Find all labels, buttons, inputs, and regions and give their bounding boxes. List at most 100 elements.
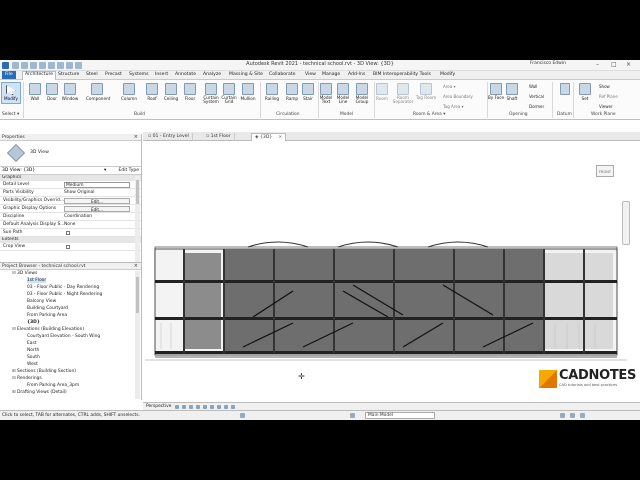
railing-tool[interactable]: Railing [261, 83, 283, 101]
tab-collaborate[interactable]: Collaborate [269, 72, 295, 77]
temporary-hide-icon[interactable] [224, 405, 228, 409]
browser-tree-item[interactable]: {3D} [0, 319, 141, 326]
tab-systems[interactable]: Systems [129, 72, 149, 77]
select-dropdown[interactable]: Select ▾ [2, 112, 19, 117]
maximize-button[interactable]: □ [611, 61, 617, 68]
close-button[interactable]: × [626, 61, 631, 68]
select-pinned-icon[interactable] [570, 413, 575, 418]
properties-close-icon[interactable]: × [134, 134, 138, 141]
browser-tree-item[interactable]: East [0, 340, 141, 347]
dropdown-arrow-icon[interactable]: ▾ [104, 167, 106, 175]
edit-button[interactable]: Edit... [64, 206, 130, 212]
browser-tree-item[interactable]: From Parking Area_3pm [0, 382, 141, 389]
tab-manage[interactable]: Manage [322, 72, 340, 77]
set-workplane-tool[interactable]: Set [575, 83, 595, 101]
browser-tree-item[interactable]: Building Courtyard [0, 305, 141, 312]
column-tool[interactable]: Column [118, 83, 140, 101]
area-boundary-button[interactable]: Area Boundary [443, 94, 473, 99]
tab-view-3d[interactable]: ◈ {3D} × [251, 133, 287, 141]
viewcube[interactable]: FRONT [596, 165, 614, 177]
sun-path-icon[interactable] [182, 405, 186, 409]
tab-add-ins[interactable]: Add-Ins [348, 72, 365, 77]
property-value[interactable]: Coordination [64, 213, 92, 221]
window-tool[interactable]: Window [59, 83, 81, 101]
tag-room-tool[interactable]: Tag Room [415, 83, 437, 100]
tab-view-entry-level[interactable]: ▫ 01 - Entry Level [145, 133, 193, 141]
tab-steel[interactable]: Steel [86, 72, 98, 77]
browser-close-icon[interactable]: × [134, 263, 138, 270]
tab-view[interactable]: View [305, 72, 316, 77]
property-value[interactable]: Show Original [64, 189, 94, 197]
browser-tree-item[interactable]: ⊟Renderings [0, 375, 141, 382]
select-links-icon[interactable] [560, 413, 565, 418]
shadows-icon[interactable] [189, 405, 193, 409]
browser-tree-item[interactable]: Balcony View [0, 298, 141, 305]
user-name[interactable]: Francisco Edwin [530, 61, 566, 66]
area-button[interactable]: Area ▾ [443, 84, 455, 89]
browser-scrollbar[interactable] [135, 271, 140, 399]
browser-tree-item[interactable]: 03 - Floor Public - Night Rendering [0, 291, 141, 298]
type-selector[interactable]: 3D View [0, 141, 141, 167]
tab-analyze[interactable]: Analyze [203, 72, 221, 77]
tab-structure[interactable]: Structure [58, 72, 79, 77]
tab-architecture[interactable]: Architecture [22, 71, 57, 80]
model-group-tool[interactable]: Model Group [351, 83, 373, 105]
property-value[interactable]: None [64, 221, 75, 229]
component-tool[interactable]: Component [86, 83, 110, 101]
close-tab-icon[interactable]: × [278, 135, 282, 140]
vertical-opening-button[interactable]: Vertical [529, 94, 544, 99]
navigation-bar[interactable] [622, 201, 630, 245]
curtain-grid-tool[interactable]: Curtain Grid [219, 83, 239, 105]
browser-tree-item[interactable]: ⊟Elevations (Building Elevation) [0, 326, 141, 333]
tab-massing-site[interactable]: Massing & Site [229, 72, 263, 77]
tab-view-1st-floor[interactable]: ▫ 1st Floor [203, 133, 235, 141]
lock-icon[interactable] [217, 405, 221, 409]
filter-icon[interactable] [580, 413, 585, 418]
instance-filter[interactable]: 3D View: {3D} ▾ Edit Type [0, 167, 141, 175]
show-crop-icon[interactable] [210, 405, 214, 409]
scroll-thumb[interactable] [136, 277, 139, 313]
tab-modify[interactable]: Modify [440, 72, 455, 77]
level-tool[interactable] [558, 83, 572, 95]
browser-tree-item[interactable]: North [0, 347, 141, 354]
modify-button[interactable]: Modify [1, 82, 21, 104]
tab-bim-interoperability[interactable]: BIM Interoperability Tools [373, 72, 431, 77]
tag-area-button[interactable]: Tag Area ▾ [443, 104, 464, 109]
browser-tree-item[interactable]: Courtyard Elevation - South Wing [0, 333, 141, 340]
browser-tree-item[interactable]: From Parking Area [0, 312, 141, 319]
mullion-tool[interactable]: Mullion [237, 83, 259, 101]
tab-annotate[interactable]: Annotate [175, 72, 196, 77]
room-tool[interactable]: Room [371, 83, 393, 101]
tab-file[interactable]: File [2, 71, 16, 79]
browser-tree-item[interactable]: South [0, 354, 141, 361]
minimize-button[interactable]: – [596, 61, 599, 68]
browser-tree-item[interactable]: 03 - Floor Public - Day Rendering [0, 284, 141, 291]
viewer-button[interactable]: Viewer [599, 104, 613, 109]
property-select[interactable]: Medium [64, 182, 130, 188]
browser-tree-item[interactable]: West [0, 361, 141, 368]
property-checkbox[interactable] [66, 245, 70, 249]
wall-opening-button[interactable]: Wall [529, 84, 537, 89]
ref-plane-button[interactable]: Ref Plane [599, 94, 618, 99]
floor-tool[interactable]: Floor [179, 83, 201, 101]
browser-tree-item[interactable]: 1st Floor [0, 277, 141, 284]
edit-type-button[interactable]: Edit Type [119, 167, 139, 175]
room-separator-tool[interactable]: Room Separator [392, 83, 414, 105]
design-options-icon[interactable] [350, 413, 355, 418]
scroll-thumb[interactable] [136, 180, 139, 204]
shaft-tool[interactable]: Shaft [501, 83, 523, 101]
tab-precast[interactable]: Precast [105, 72, 122, 77]
workset-icon[interactable] [240, 413, 245, 418]
browser-tree-item[interactable]: ⊟3D Views [0, 270, 141, 277]
visual-style-icon[interactable] [175, 405, 179, 409]
browser-tree-item[interactable]: ⊞Drafting Views (Detail) [0, 389, 141, 396]
edit-button[interactable]: Edit... [64, 198, 130, 204]
property-checkbox[interactable] [66, 231, 70, 235]
tab-insert[interactable]: Insert [155, 72, 168, 77]
panel-room-area-label[interactable]: Room & Area ▾ [413, 112, 445, 117]
model-selector[interactable]: Main Model [365, 412, 435, 419]
browser-tree-item[interactable]: ⊞Sections (Building Section) [0, 368, 141, 375]
reveal-hidden-icon[interactable] [231, 405, 235, 409]
rendering-icon[interactable] [196, 405, 200, 409]
crop-view-icon[interactable] [203, 405, 207, 409]
